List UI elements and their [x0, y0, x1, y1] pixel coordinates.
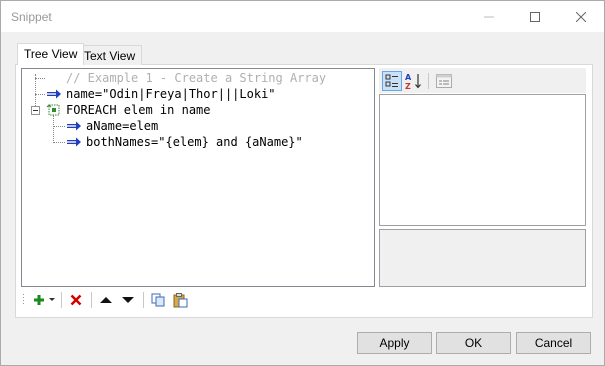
tree-toolbar	[21, 289, 585, 311]
categorized-icon	[385, 74, 398, 87]
toolbar-grip-icon	[23, 294, 24, 304]
tree-node-label: // Example 1 - Create a String Array	[66, 71, 327, 85]
sort-alphabetical-button[interactable]: A Z	[404, 71, 424, 91]
assign-arrow-icon	[67, 121, 81, 131]
property-description-panel	[379, 229, 586, 287]
snippet-dialog: Snippet Tree View Text View // Example 1…	[0, 0, 605, 366]
tab-tree-view[interactable]: Tree View	[17, 43, 85, 65]
categorized-button[interactable]	[382, 71, 402, 91]
copy-icon	[151, 293, 165, 307]
add-dropdown-button[interactable]	[47, 289, 56, 311]
assign-arrow-icon	[67, 137, 81, 147]
window-title: Snippet	[11, 10, 52, 24]
move-down-icon	[122, 297, 134, 303]
maximize-icon	[530, 11, 540, 22]
maximize-button[interactable]	[512, 1, 558, 32]
delete-button[interactable]	[67, 289, 85, 311]
property-pages-icon	[436, 74, 452, 88]
collapse-toggle[interactable]	[31, 106, 40, 115]
snippet-tree[interactable]: // Example 1 - Create a String Array nam…	[21, 68, 375, 287]
tab-text-view[interactable]: Text View	[77, 45, 143, 65]
add-icon	[34, 295, 44, 305]
property-grid-toolbar: A Z	[379, 68, 586, 93]
svg-text:A: A	[405, 73, 412, 82]
tree-node-label: name="Odin|Freya|Thor|||Loki"	[66, 87, 276, 101]
sort-alphabetical-icon: A Z	[405, 73, 421, 90]
title-bar: Snippet	[1, 1, 604, 32]
tree-node-foreach[interactable]: FOREACH elem in name	[46, 102, 211, 118]
ok-button[interactable]: OK	[436, 332, 511, 354]
tree-node-label: FOREACH elem in name	[66, 103, 211, 117]
property-pages-button[interactable]	[434, 71, 454, 91]
svg-text:Z: Z	[405, 82, 411, 90]
cancel-button[interactable]: Cancel	[516, 332, 591, 354]
add-button[interactable]	[31, 289, 47, 311]
tree-node-bothnames-assign[interactable]: bothNames="{elem} and {aName}"	[66, 134, 303, 150]
paste-button[interactable]	[171, 289, 189, 311]
close-icon	[576, 11, 586, 22]
tree-node-label: aName=elem	[86, 119, 159, 133]
delete-icon	[70, 294, 82, 306]
minimize-button[interactable]	[466, 1, 512, 32]
tree-node-name-assign[interactable]: name="Odin|Freya|Thor|||Loki"	[46, 86, 276, 102]
close-button[interactable]	[558, 1, 604, 32]
paste-icon	[173, 292, 187, 307]
assign-arrow-icon	[47, 89, 61, 99]
tree-node-comment[interactable]: // Example 1 - Create a String Array	[46, 70, 326, 86]
loop-icon	[46, 104, 60, 116]
move-down-button[interactable]	[119, 289, 137, 311]
minimize-icon	[484, 16, 494, 17]
tree-node-label: bothNames="{elem} and {aName}"	[86, 135, 303, 149]
copy-button[interactable]	[149, 289, 167, 311]
move-up-button[interactable]	[97, 289, 115, 311]
property-grid[interactable]	[379, 94, 586, 226]
tree-node-aname-assign[interactable]: aName=elem	[66, 118, 158, 134]
apply-button[interactable]: Apply	[357, 332, 432, 354]
dropdown-arrow-icon	[48, 298, 55, 301]
move-up-icon	[100, 297, 112, 303]
